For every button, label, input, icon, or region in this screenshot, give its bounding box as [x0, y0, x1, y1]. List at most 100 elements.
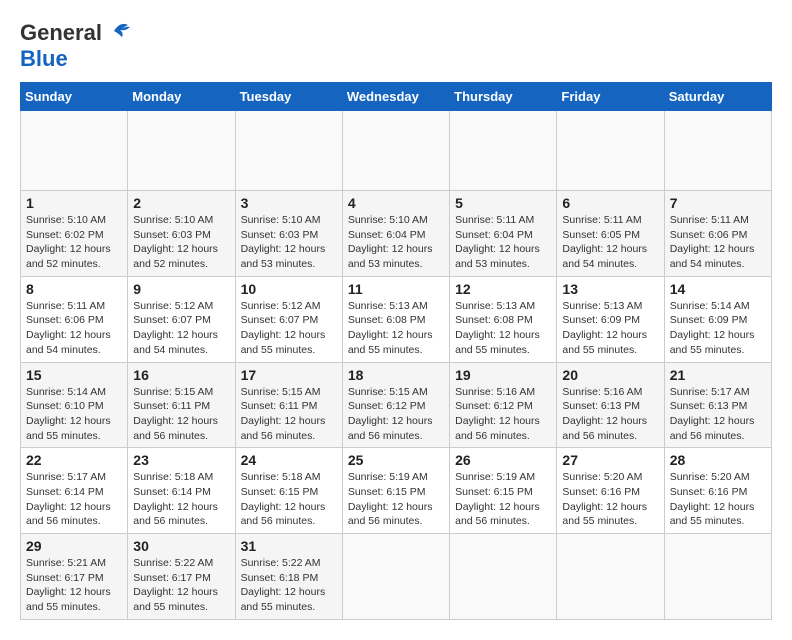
day-info: Sunrise: 5:13 AMSunset: 6:08 PMDaylight:…: [455, 299, 551, 358]
day-info: Sunrise: 5:15 AMSunset: 6:12 PMDaylight:…: [348, 385, 444, 444]
day-of-week-header: Sunday: [21, 83, 128, 111]
calendar-week-row: 29 Sunrise: 5:21 AMSunset: 6:17 PMDayligh…: [21, 534, 772, 620]
day-of-week-header: Thursday: [450, 83, 557, 111]
calendar-cell: 25 Sunrise: 5:19 AMSunset: 6:15 PMDayligh…: [342, 448, 449, 534]
day-of-week-header: Wednesday: [342, 83, 449, 111]
day-info: Sunrise: 5:19 AMSunset: 6:15 PMDaylight:…: [348, 470, 444, 529]
day-number: 9: [133, 281, 229, 297]
day-number: 16: [133, 367, 229, 383]
day-of-week-header: Tuesday: [235, 83, 342, 111]
day-info: Sunrise: 5:21 AMSunset: 6:17 PMDaylight:…: [26, 556, 122, 615]
day-number: 7: [670, 195, 766, 211]
calendar-cell: [557, 534, 664, 620]
day-info: Sunrise: 5:17 AMSunset: 6:13 PMDaylight:…: [670, 385, 766, 444]
day-info: Sunrise: 5:16 AMSunset: 6:13 PMDaylight:…: [562, 385, 658, 444]
day-number: 22: [26, 452, 122, 468]
day-number: 23: [133, 452, 229, 468]
calendar-cell: [450, 111, 557, 191]
day-info: Sunrise: 5:12 AMSunset: 6:07 PMDaylight:…: [241, 299, 337, 358]
calendar-cell: 7 Sunrise: 5:11 AMSunset: 6:06 PMDaylight…: [664, 191, 771, 277]
calendar-cell: 1Sunrise: 5:10 AMSunset: 6:02 PMDaylight…: [21, 191, 128, 277]
day-number: 17: [241, 367, 337, 383]
calendar-cell: 4 Sunrise: 5:10 AMSunset: 6:04 PMDaylight…: [342, 191, 449, 277]
calendar-cell: [664, 534, 771, 620]
calendar-cell: 26 Sunrise: 5:19 AMSunset: 6:15 PMDayligh…: [450, 448, 557, 534]
calendar-cell: 17 Sunrise: 5:15 AMSunset: 6:11 PMDayligh…: [235, 362, 342, 448]
logo-general: General: [20, 20, 102, 46]
day-number: 26: [455, 452, 551, 468]
calendar-cell: 28 Sunrise: 5:20 AMSunset: 6:16 PMDayligh…: [664, 448, 771, 534]
day-number: 15: [26, 367, 122, 383]
calendar-cell: 21Sunrise: 5:17 AMSunset: 6:13 PMDayligh…: [664, 362, 771, 448]
day-number: 30: [133, 538, 229, 554]
day-number: 5: [455, 195, 551, 211]
calendar-cell: [450, 534, 557, 620]
day-info: Sunrise: 5:12 AMSunset: 6:07 PMDaylight:…: [133, 299, 229, 358]
calendar-week-row: 8 Sunrise: 5:11 AMSunset: 6:06 PMDaylight…: [21, 276, 772, 362]
day-info: Sunrise: 5:22 AMSunset: 6:17 PMDaylight:…: [133, 556, 229, 615]
calendar-cell: 12 Sunrise: 5:13 AMSunset: 6:08 PMDayligh…: [450, 276, 557, 362]
calendar-cell: 29 Sunrise: 5:21 AMSunset: 6:17 PMDayligh…: [21, 534, 128, 620]
day-number: 2: [133, 195, 229, 211]
day-number: 12: [455, 281, 551, 297]
logo: General Blue: [20, 20, 132, 72]
calendar-cell: 8 Sunrise: 5:11 AMSunset: 6:06 PMDaylight…: [21, 276, 128, 362]
calendar-cell: 14 Sunrise: 5:14 AMSunset: 6:09 PMDayligh…: [664, 276, 771, 362]
calendar-cell: [342, 534, 449, 620]
day-info: Sunrise: 5:10 AMSunset: 6:04 PMDaylight:…: [348, 213, 444, 272]
calendar-cell: 9 Sunrise: 5:12 AMSunset: 6:07 PMDaylight…: [128, 276, 235, 362]
day-number: 14: [670, 281, 766, 297]
day-info: Sunrise: 5:15 AMSunset: 6:11 PMDaylight:…: [133, 385, 229, 444]
day-number: 28: [670, 452, 766, 468]
logo-bird-icon: [106, 21, 132, 41]
page-header: General Blue: [20, 20, 772, 72]
calendar-cell: 19Sunrise: 5:16 AMSunset: 6:12 PMDayligh…: [450, 362, 557, 448]
day-number: 27: [562, 452, 658, 468]
day-info: Sunrise: 5:18 AMSunset: 6:15 PMDaylight:…: [241, 470, 337, 529]
day-info: Sunrise: 5:16 AMSunset: 6:12 PMDaylight:…: [455, 385, 551, 444]
day-info: Sunrise: 5:15 AMSunset: 6:11 PMDaylight:…: [241, 385, 337, 444]
calendar-cell: 23 Sunrise: 5:18 AMSunset: 6:14 PMDayligh…: [128, 448, 235, 534]
calendar-cell: 18Sunrise: 5:15 AMSunset: 6:12 PMDayligh…: [342, 362, 449, 448]
calendar-week-row: [21, 111, 772, 191]
day-info: Sunrise: 5:20 AMSunset: 6:16 PMDaylight:…: [670, 470, 766, 529]
day-info: Sunrise: 5:14 AMSunset: 6:09 PMDaylight:…: [670, 299, 766, 358]
day-number: 13: [562, 281, 658, 297]
calendar-cell: 16 Sunrise: 5:15 AMSunset: 6:11 PMDayligh…: [128, 362, 235, 448]
day-number: 3: [241, 195, 337, 211]
day-info: Sunrise: 5:19 AMSunset: 6:15 PMDaylight:…: [455, 470, 551, 529]
calendar-cell: 5 Sunrise: 5:11 AMSunset: 6:04 PMDaylight…: [450, 191, 557, 277]
calendar-cell: [128, 111, 235, 191]
logo-blue: Blue: [20, 46, 68, 71]
day-info: Sunrise: 5:11 AMSunset: 6:06 PMDaylight:…: [26, 299, 122, 358]
day-of-week-header: Monday: [128, 83, 235, 111]
day-info: Sunrise: 5:11 AMSunset: 6:04 PMDaylight:…: [455, 213, 551, 272]
calendar-cell: [342, 111, 449, 191]
day-info: Sunrise: 5:10 AMSunset: 6:03 PMDaylight:…: [133, 213, 229, 272]
day-number: 11: [348, 281, 444, 297]
day-number: 29: [26, 538, 122, 554]
calendar-cell: 11Sunrise: 5:13 AMSunset: 6:08 PMDayligh…: [342, 276, 449, 362]
day-info: Sunrise: 5:11 AMSunset: 6:05 PMDaylight:…: [562, 213, 658, 272]
day-info: Sunrise: 5:10 AMSunset: 6:02 PMDaylight:…: [26, 213, 122, 272]
day-info: Sunrise: 5:17 AMSunset: 6:14 PMDaylight:…: [26, 470, 122, 529]
calendar-table: SundayMondayTuesdayWednesdayThursdayFrid…: [20, 82, 772, 620]
day-info: Sunrise: 5:18 AMSunset: 6:14 PMDaylight:…: [133, 470, 229, 529]
calendar-cell: 30 Sunrise: 5:22 AMSunset: 6:17 PMDayligh…: [128, 534, 235, 620]
calendar-cell: [235, 111, 342, 191]
day-info: Sunrise: 5:14 AMSunset: 6:10 PMDaylight:…: [26, 385, 122, 444]
calendar-cell: 24Sunrise: 5:18 AMSunset: 6:15 PMDayligh…: [235, 448, 342, 534]
calendar-cell: 3Sunrise: 5:10 AMSunset: 6:03 PMDaylight…: [235, 191, 342, 277]
day-number: 4: [348, 195, 444, 211]
calendar-cell: 13Sunrise: 5:13 AMSunset: 6:09 PMDayligh…: [557, 276, 664, 362]
day-number: 25: [348, 452, 444, 468]
day-of-week-header: Saturday: [664, 83, 771, 111]
calendar-cell: 15 Sunrise: 5:14 AMSunset: 6:10 PMDayligh…: [21, 362, 128, 448]
calendar-week-row: 22 Sunrise: 5:17 AMSunset: 6:14 PMDayligh…: [21, 448, 772, 534]
calendar-week-row: 1Sunrise: 5:10 AMSunset: 6:02 PMDaylight…: [21, 191, 772, 277]
day-info: Sunrise: 5:11 AMSunset: 6:06 PMDaylight:…: [670, 213, 766, 272]
calendar-cell: 20 Sunrise: 5:16 AMSunset: 6:13 PMDayligh…: [557, 362, 664, 448]
day-number: 20: [562, 367, 658, 383]
day-number: 31: [241, 538, 337, 554]
day-number: 8: [26, 281, 122, 297]
